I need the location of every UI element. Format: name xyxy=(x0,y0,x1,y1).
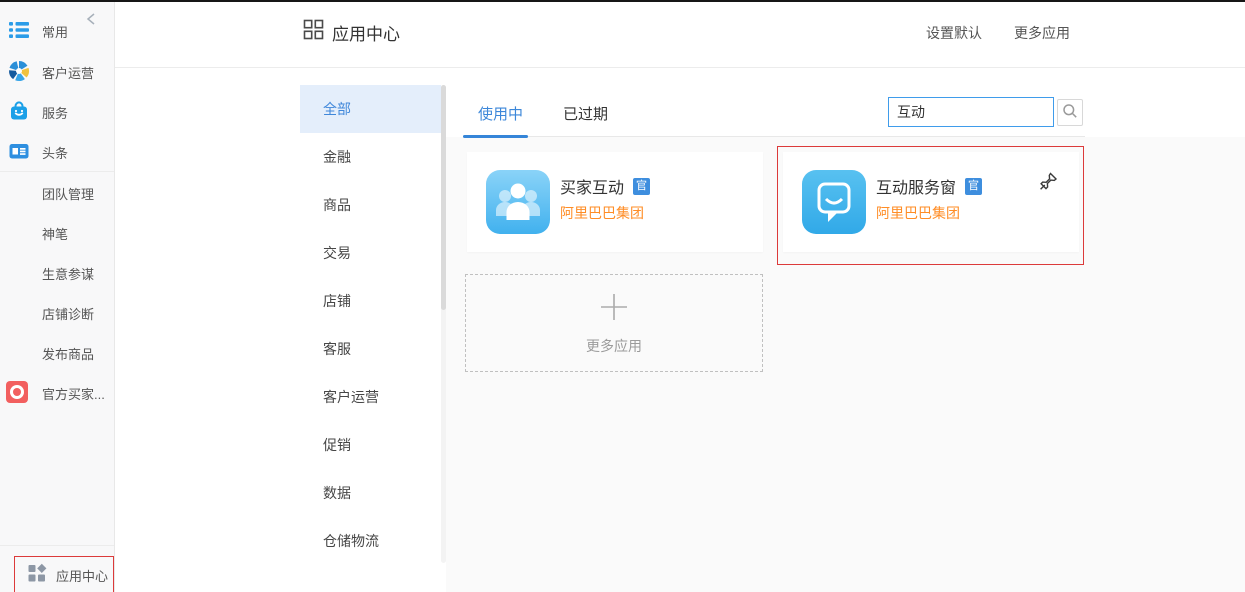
plus-icon xyxy=(598,291,630,328)
category-item-logistics[interactable]: 仓储物流 xyxy=(300,517,441,565)
chat-window-icon xyxy=(802,170,866,234)
category-item-finance[interactable]: 金融 xyxy=(300,133,441,181)
people-group-icon xyxy=(486,170,550,234)
search-icon xyxy=(1062,103,1078,122)
sidebar-item-label: 官方买家... xyxy=(42,384,105,403)
official-badge: 官 xyxy=(633,178,650,195)
shopping-bag-icon xyxy=(8,100,30,122)
sidebar-item-shengyicanmou[interactable]: 生意参谋 xyxy=(0,252,114,292)
app-center-grid-icon xyxy=(303,19,324,40)
sidebar-item-label: 团队管理 xyxy=(42,184,94,203)
official-buyer-icon xyxy=(6,381,28,403)
more-apps-label: 更多应用 xyxy=(586,336,642,356)
sidebar-item-kehuyunying[interactable]: 客户运营 xyxy=(0,51,114,91)
category-item-goods[interactable]: 商品 xyxy=(300,181,441,229)
search-input[interactable] xyxy=(888,97,1054,127)
more-apps-link[interactable]: 更多应用 xyxy=(1014,23,1070,43)
active-tab-indicator xyxy=(463,135,528,138)
sidebar-item-label: 店铺诊断 xyxy=(42,304,94,323)
sidebar-item-label: 生意参谋 xyxy=(42,264,94,283)
sidebar-footer-divider xyxy=(0,545,114,546)
sidebar-item-shenbi[interactable]: 神笔 xyxy=(0,212,114,252)
tab-expired[interactable]: 已过期 xyxy=(563,103,608,124)
app-name: 互动服务窗 xyxy=(876,174,956,198)
pinwheel-icon xyxy=(8,60,30,82)
sidebar-item-label: 头条 xyxy=(42,143,68,162)
app-center-page: 常用 客户运营 xyxy=(0,0,1245,592)
sidebar-item-dianpuzhenduan[interactable]: 店铺诊断 xyxy=(0,292,114,332)
category-item-customer-op[interactable]: 客户运营 xyxy=(300,373,441,421)
app-name: 买家互动 xyxy=(560,174,624,198)
sidebar-item-label: 神笔 xyxy=(42,224,68,243)
sidebar-item-guanfangmaijia[interactable]: 官方买家... xyxy=(0,372,114,412)
sidebar-item-label: 客户运营 xyxy=(42,63,94,82)
category-item-all[interactable]: 全部 xyxy=(300,85,441,133)
app-card-hudongfuwuchuang[interactable]: 互动服务窗 官 阿里巴巴集团 xyxy=(783,152,1079,252)
sidebar-item-label: 发布商品 xyxy=(42,344,94,363)
app-grid-icon xyxy=(27,563,47,583)
sidebar: 常用 客户运营 xyxy=(0,2,115,592)
list-icon xyxy=(8,19,30,41)
official-badge: 官 xyxy=(965,178,982,195)
search-button[interactable] xyxy=(1057,99,1083,126)
sidebar-item-label: 常用 xyxy=(42,22,68,41)
more-apps-card[interactable]: 更多应用 xyxy=(465,274,763,372)
app-card-maijiahudong[interactable]: 买家互动 官 阿里巴巴集团 xyxy=(467,152,763,252)
news-card-icon xyxy=(8,140,30,162)
sidebar-item-yingyongzhongxin[interactable]: 应用中心 xyxy=(0,552,114,592)
pin-icon[interactable] xyxy=(1037,171,1059,193)
sidebar-item-toutiao[interactable]: 头条 xyxy=(0,131,114,171)
sidebar-item-label: 应用中心 xyxy=(56,566,108,585)
sidebar-item-tuanduiguanli[interactable]: 团队管理 xyxy=(0,172,114,212)
category-item-service[interactable]: 客服 xyxy=(300,325,441,373)
app-vendor: 阿里巴巴集团 xyxy=(560,203,644,223)
sidebar-item-fabushangpin[interactable]: 发布商品 xyxy=(0,332,114,372)
category-item-shop[interactable]: 店铺 xyxy=(300,277,441,325)
app-vendor: 阿里巴巴集团 xyxy=(876,203,960,223)
page-title: 应用中心 xyxy=(332,20,400,45)
tab-in-use[interactable]: 使用中 xyxy=(478,103,523,124)
category-item-promotion[interactable]: 促销 xyxy=(300,421,441,469)
category-panel: 全部 金融 商品 交易 店铺 客服 客户运营 促销 数据 仓储物流 xyxy=(300,85,441,592)
set-default-link[interactable]: 设置默认 xyxy=(926,23,982,43)
header: 应用中心 设置默认 更多应用 xyxy=(115,2,1245,68)
category-item-data[interactable]: 数据 xyxy=(300,469,441,517)
category-item-trade[interactable]: 交易 xyxy=(300,229,441,277)
sidebar-item-changyong[interactable]: 常用 xyxy=(0,10,114,50)
sidebar-item-fuwu[interactable]: 服务 xyxy=(0,91,114,131)
sidebar-item-label: 服务 xyxy=(42,103,68,122)
